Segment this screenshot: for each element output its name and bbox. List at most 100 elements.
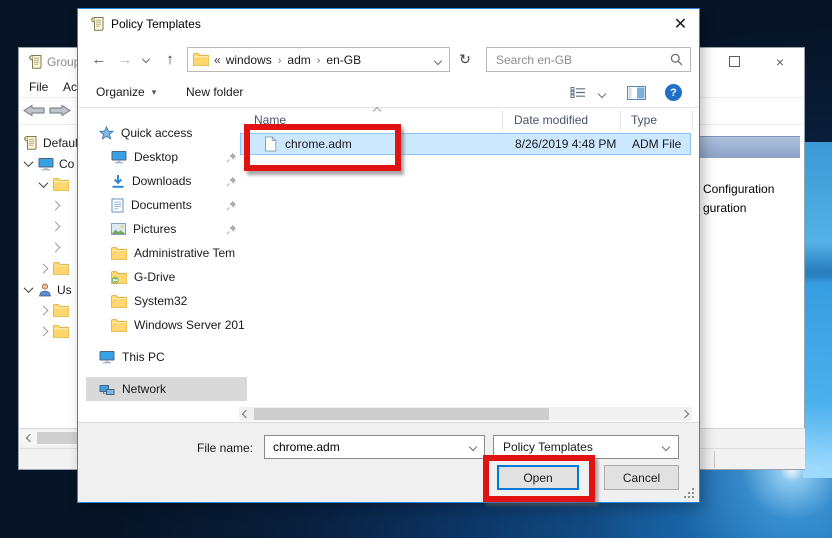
breadcrumb-overflow[interactable]: « — [214, 53, 221, 67]
recent-locations-button[interactable] — [138, 45, 154, 73]
breadcrumb-item[interactable]: adm — [284, 53, 313, 67]
address-bar[interactable]: «windows › adm › en-GB — [187, 47, 450, 72]
chevron-down-icon[interactable] — [23, 157, 34, 168]
column-header-type[interactable]: Type — [631, 113, 657, 127]
forward-button[interactable]: → — [114, 45, 136, 73]
pin-icon — [226, 152, 237, 163]
star-icon — [99, 126, 114, 140]
file-list-horizontal-scrollbar[interactable] — [239, 407, 692, 421]
column-divider[interactable] — [692, 111, 693, 130]
search-box[interactable] — [486, 47, 691, 72]
organize-button[interactable]: Organize ▾ — [96, 85, 156, 99]
new-folder-button[interactable]: New folder — [186, 85, 243, 99]
organize-label: Organize — [96, 85, 145, 99]
details-view-icon[interactable] — [570, 86, 586, 99]
breadcrumb-item[interactable]: en-GB — [323, 53, 364, 67]
close-button[interactable]: ✕ — [662, 9, 699, 39]
sidebar-item-downloads[interactable]: Downloads — [86, 169, 259, 193]
chevron-down-icon[interactable] — [38, 178, 49, 189]
file-name-combobox[interactable] — [264, 435, 485, 459]
sidebar-item-network[interactable]: Network — [86, 377, 247, 401]
folder-icon — [53, 262, 69, 275]
back-button[interactable]: ← — [86, 45, 112, 73]
menu-file[interactable]: File — [29, 80, 48, 94]
picture-icon — [111, 223, 126, 235]
chevron-right-icon[interactable] — [38, 305, 49, 316]
help-button[interactable]: ? — [665, 84, 682, 101]
chevron-down-icon — [661, 442, 671, 452]
pin-icon — [226, 200, 237, 211]
resize-grip[interactable] — [684, 496, 686, 498]
close-button[interactable]: × — [763, 48, 797, 75]
scroll-right-button[interactable] — [678, 407, 692, 421]
chevron-left-icon — [25, 433, 34, 443]
annotation-box-file — [244, 124, 401, 171]
column-divider[interactable] — [502, 111, 503, 130]
file-name-label: File name: — [197, 441, 254, 455]
close-icon: × — [775, 53, 785, 70]
file-name-input[interactable] — [271, 439, 470, 455]
folder-icon — [53, 304, 69, 317]
sidebar-item-administrative-tem[interactable]: Administrative Tem — [86, 241, 259, 265]
chevron-right-icon[interactable] — [50, 221, 61, 232]
forward-button[interactable] — [48, 102, 72, 122]
folder-icon — [193, 53, 209, 66]
chevron-right-icon[interactable] — [38, 326, 49, 337]
breadcrumb: «windows › adm › en-GB — [214, 53, 364, 67]
search-input[interactable] — [494, 51, 670, 68]
sidebar-item-system32[interactable]: System32 — [86, 289, 259, 313]
desktop: Group × File Ac DefaulCoUs OCAL] Policy … — [0, 0, 832, 538]
breadcrumb-item[interactable]: windows — [223, 53, 275, 67]
chevron-down-icon[interactable] — [468, 442, 478, 452]
tree-item-label: Defaul — [43, 135, 78, 150]
column-divider[interactable] — [620, 111, 621, 130]
gp-result-item[interactable]: Configuration — [703, 182, 774, 196]
sidebar-item-pictures[interactable]: Pictures — [86, 217, 259, 241]
tree-item-label: Us — [57, 282, 72, 297]
chevron-right-icon[interactable] — [50, 200, 61, 211]
file-type: ADM File — [632, 137, 682, 151]
up-icon: ↑ — [166, 50, 174, 68]
close-icon: ✕ — [673, 16, 688, 33]
sidebar-item-desktop[interactable]: Desktop — [86, 145, 259, 169]
chevron-down-icon[interactable] — [597, 89, 607, 99]
scrollbar-thumb[interactable] — [254, 408, 549, 420]
sidebar-item-quick-access[interactable]: Quick access — [86, 121, 247, 145]
sidebar-item-documents[interactable]: Documents — [86, 193, 259, 217]
scroll-left-button[interactable] — [239, 407, 253, 421]
sidebar-item-label: Network — [122, 382, 167, 396]
dialog-footer: File name: Policy Templates Open Cancel — [78, 422, 699, 502]
user-icon — [38, 283, 52, 297]
dialog-titlebar[interactable]: Policy Templates ✕ — [78, 9, 699, 39]
scroll-left-button[interactable] — [22, 431, 37, 445]
refresh-icon: ↻ — [459, 51, 471, 67]
folder-icon — [53, 178, 69, 191]
folder-icon — [111, 318, 127, 332]
sidebar-item-g-drive[interactable]: G-Drive — [86, 265, 259, 289]
chevron-right-icon[interactable] — [38, 263, 49, 274]
chevron-down-icon[interactable] — [23, 283, 34, 294]
maximize-icon — [728, 56, 740, 67]
wallpaper-light-beam — [803, 142, 832, 478]
chevron-right-icon — [680, 409, 690, 419]
chevron-down-icon[interactable] — [433, 56, 443, 66]
sidebar-item-label: G-Drive — [134, 270, 176, 284]
chevron-right-icon[interactable] — [50, 242, 61, 253]
maximize-button[interactable] — [717, 48, 751, 75]
up-button[interactable]: ↑ — [158, 45, 182, 73]
cancel-button[interactable]: Cancel — [604, 465, 679, 490]
back-button[interactable] — [22, 102, 46, 122]
sidebar-item-windows-server-201[interactable]: Windows Server 201 — [86, 313, 259, 337]
preview-pane-icon[interactable] — [627, 86, 646, 100]
sidebar-item-this-pc[interactable]: This PC — [86, 345, 247, 369]
menu-action[interactable]: Ac — [63, 80, 77, 94]
gp-result-item[interactable]: guration — [703, 201, 746, 215]
tree-item-label: Co — [59, 156, 75, 171]
sidebar-item-label: Pictures — [133, 222, 177, 236]
breadcrumb-separator-icon: › — [277, 54, 282, 67]
dialog-toolbar: Organize ▾ New folder ? — [78, 79, 699, 108]
pin-icon — [226, 176, 237, 187]
sidebar-item-label: Documents — [131, 198, 192, 212]
column-header-date-modified[interactable]: Date modified — [514, 113, 588, 127]
refresh-button[interactable]: ↻ — [454, 47, 476, 72]
